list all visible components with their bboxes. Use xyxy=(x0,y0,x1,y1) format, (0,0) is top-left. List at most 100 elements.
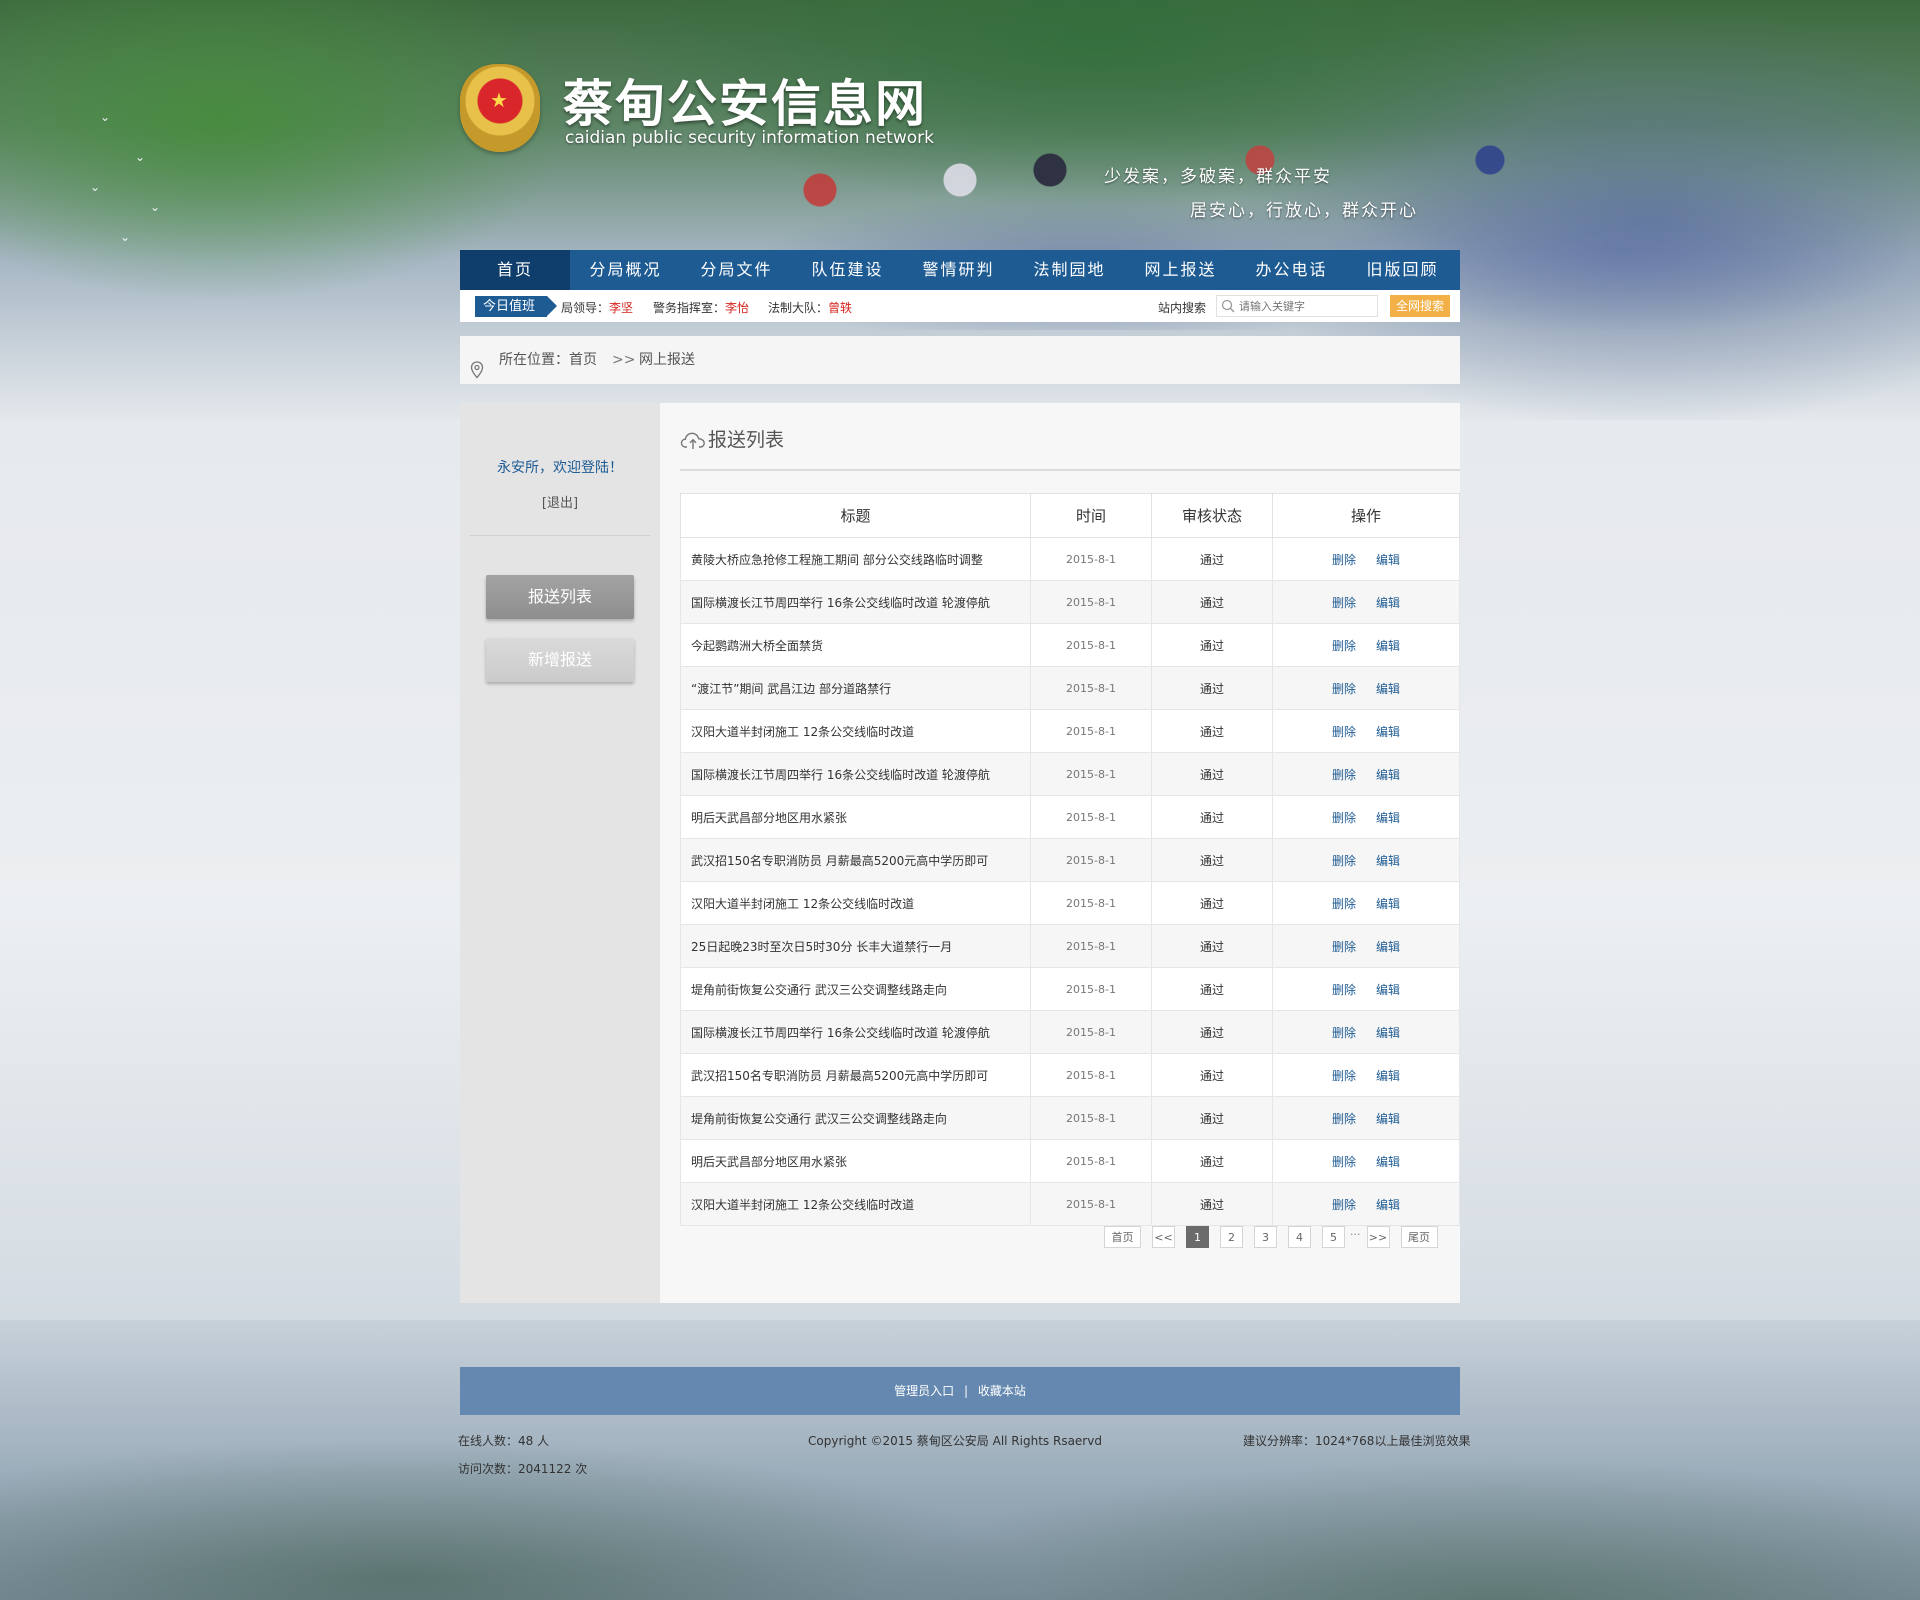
row-actions: 删除 编辑 xyxy=(1272,967,1460,1011)
table-row: 汉阳大道半封闭施工 12条公交线临时改道 2015-8-1 通过 删除 编辑 xyxy=(680,1182,1460,1226)
row-title[interactable]: 今起鹦鹉洲大桥全面禁货 xyxy=(680,623,1031,667)
edit-link[interactable]: 编辑 xyxy=(1376,811,1400,825)
row-title[interactable]: 武汉招150名专职消防员 月薪最高5200元高中学历即可 xyxy=(680,838,1031,882)
sidebar: 永安所，欢迎登陆！ [退出] 报送列表 新增报送 xyxy=(460,403,660,1303)
nav-item-overview[interactable]: 分局概况 xyxy=(570,250,681,290)
edit-link[interactable]: 编辑 xyxy=(1376,983,1400,997)
row-status: 通过 xyxy=(1151,1010,1273,1054)
delete-link[interactable]: 删除 xyxy=(1332,1112,1356,1126)
edit-link[interactable]: 编辑 xyxy=(1376,854,1400,868)
duty-bar: 今日值班 局领导：李坚 警务指挥室：李怡 法制大队：曾轶 站内搜索 全网搜索 xyxy=(460,290,1460,322)
edit-link[interactable]: 编辑 xyxy=(1376,725,1400,739)
edit-link[interactable]: 编辑 xyxy=(1376,768,1400,782)
edit-link[interactable]: 编辑 xyxy=(1376,1155,1400,1169)
row-title[interactable]: 武汉招150名专职消防员 月薪最高5200元高中学历即可 xyxy=(680,1053,1031,1097)
row-actions: 删除 编辑 xyxy=(1272,752,1460,796)
edit-link[interactable]: 编辑 xyxy=(1376,1198,1400,1212)
nav-item-documents[interactable]: 分局文件 xyxy=(681,250,792,290)
delete-link[interactable]: 删除 xyxy=(1332,940,1356,954)
column-header-actions: 操作 xyxy=(1272,493,1460,538)
edit-link[interactable]: 编辑 xyxy=(1376,1112,1400,1126)
edit-link[interactable]: 编辑 xyxy=(1376,940,1400,954)
delete-link[interactable]: 删除 xyxy=(1332,897,1356,911)
edit-link[interactable]: 编辑 xyxy=(1376,596,1400,610)
delete-link[interactable]: 删除 xyxy=(1332,1069,1356,1083)
admin-entry-link[interactable]: 管理员入口 xyxy=(894,1384,954,1398)
delete-link[interactable]: 删除 xyxy=(1332,596,1356,610)
pager-page-2[interactable]: 2 xyxy=(1220,1226,1243,1248)
delete-link[interactable]: 删除 xyxy=(1332,682,1356,696)
edit-link[interactable]: 编辑 xyxy=(1376,682,1400,696)
delete-link[interactable]: 删除 xyxy=(1332,725,1356,739)
delete-link[interactable]: 删除 xyxy=(1332,1026,1356,1040)
bookmark-link[interactable]: 收藏本站 xyxy=(978,1384,1026,1398)
table-header-row: 标题 时间 审核状态 操作 xyxy=(680,493,1460,538)
pager-first-button[interactable]: 首页 xyxy=(1104,1226,1141,1248)
search-icon xyxy=(1221,299,1235,313)
row-time: 2015-8-1 xyxy=(1030,967,1152,1011)
row-status: 通过 xyxy=(1151,623,1273,667)
pager-page-1[interactable]: 1 xyxy=(1186,1226,1209,1248)
delete-link[interactable]: 删除 xyxy=(1332,854,1356,868)
resolution-hint: 建议分辨率：1024*768以上最佳浏览效果 xyxy=(1243,1434,1471,1448)
row-actions: 删除 编辑 xyxy=(1272,1010,1460,1054)
pager-page-3[interactable]: 3 xyxy=(1254,1226,1277,1248)
content-title-underline xyxy=(680,469,1460,471)
footer-divider: | xyxy=(963,1384,969,1398)
row-title[interactable]: 汉阳大道半封闭施工 12条公交线临时改道 xyxy=(680,1182,1031,1226)
row-title[interactable]: 堤角前街恢复公交通行 武汉三公交调整线路走向 xyxy=(680,1096,1031,1140)
site-title: 蔡甸公安信息网 xyxy=(563,74,927,133)
row-title[interactable]: 堤角前街恢复公交通行 武汉三公交调整线路走向 xyxy=(680,967,1031,1011)
nav-item-phone[interactable]: 办公电话 xyxy=(1236,250,1347,290)
pager-page-4[interactable]: 4 xyxy=(1288,1226,1311,1248)
delete-link[interactable]: 删除 xyxy=(1332,983,1356,997)
nav-item-home[interactable]: 首页 xyxy=(460,250,570,290)
logout-link[interactable]: [退出] xyxy=(460,492,660,511)
table-row: 汉阳大道半封闭施工 12条公交线临时改道 2015-8-1 通过 删除 编辑 xyxy=(680,881,1460,925)
table-row: 汉阳大道半封闭施工 12条公交线临时改道 2015-8-1 通过 删除 编辑 xyxy=(680,709,1460,753)
row-title[interactable]: 明后天武昌部分地区用水紧张 xyxy=(680,1139,1031,1183)
delete-link[interactable]: 删除 xyxy=(1332,811,1356,825)
pager-next-button[interactable]: >> xyxy=(1366,1226,1390,1248)
duty-leader: 局领导：李坚 xyxy=(561,299,633,316)
row-time: 2015-8-1 xyxy=(1030,795,1152,839)
edit-link[interactable]: 编辑 xyxy=(1376,553,1400,567)
delete-link[interactable]: 删除 xyxy=(1332,553,1356,567)
pager-prev-button[interactable]: << xyxy=(1152,1226,1175,1248)
row-title[interactable]: 国际横渡长江节周四举行 16条公交线临时改道 轮渡停航 xyxy=(680,752,1031,796)
row-actions: 删除 编辑 xyxy=(1272,1096,1460,1140)
nav-item-analysis[interactable]: 警情研判 xyxy=(903,250,1014,290)
add-report-button[interactable]: 新增报送 xyxy=(486,638,634,682)
report-list-button[interactable]: 报送列表 xyxy=(486,575,634,619)
row-title[interactable]: 黄陵大桥应急抢修工程施工期间 部分公交线路临时调整 xyxy=(680,537,1031,581)
search-input[interactable] xyxy=(1239,298,1373,314)
row-title[interactable]: 明后天武昌部分地区用水紧张 xyxy=(680,795,1031,839)
row-title[interactable]: “渡江节”期间 武昌江边 部分道路禁行 xyxy=(680,666,1031,710)
row-title[interactable]: 汉阳大道半封闭施工 12条公交线临时改道 xyxy=(680,881,1031,925)
row-status: 通过 xyxy=(1151,795,1273,839)
pager-last-button[interactable]: 尾页 xyxy=(1400,1226,1438,1248)
search-button[interactable]: 全网搜索 xyxy=(1390,295,1450,317)
nav-item-legal[interactable]: 法制园地 xyxy=(1014,250,1125,290)
breadcrumb-home-link[interactable]: 首页 xyxy=(569,336,597,384)
edit-link[interactable]: 编辑 xyxy=(1376,639,1400,653)
edit-link[interactable]: 编辑 xyxy=(1376,897,1400,911)
delete-link[interactable]: 删除 xyxy=(1332,639,1356,653)
bird-decoration: ⌄ xyxy=(135,150,146,164)
pagination: 首页 << 1 2 3 4 5 ··· >> 尾页 xyxy=(1104,1225,1449,1249)
row-actions: 删除 编辑 xyxy=(1272,838,1460,882)
nav-item-archive[interactable]: 旧版回顾 xyxy=(1347,250,1458,290)
nav-item-team[interactable]: 队伍建设 xyxy=(792,250,903,290)
main-nav: 首页 分局概况 分局文件 队伍建设 警情研判 法制园地 网上报送 办公电话 旧版… xyxy=(460,250,1460,290)
edit-link[interactable]: 编辑 xyxy=(1376,1069,1400,1083)
delete-link[interactable]: 删除 xyxy=(1332,768,1356,782)
edit-link[interactable]: 编辑 xyxy=(1376,1026,1400,1040)
row-title[interactable]: 25日起晚23时至次日5时30分 长丰大道禁行一月 xyxy=(680,924,1031,968)
delete-link[interactable]: 删除 xyxy=(1332,1155,1356,1169)
nav-item-online-report[interactable]: 网上报送 xyxy=(1125,250,1236,290)
row-title[interactable]: 汉阳大道半封闭施工 12条公交线临时改道 xyxy=(680,709,1031,753)
row-title[interactable]: 国际横渡长江节周四举行 16条公交线临时改道 轮渡停航 xyxy=(680,1010,1031,1054)
delete-link[interactable]: 删除 xyxy=(1332,1198,1356,1212)
pager-page-5[interactable]: 5 xyxy=(1322,1226,1345,1248)
row-title[interactable]: 国际横渡长江节周四举行 16条公交线临时改道 轮渡停航 xyxy=(680,580,1031,624)
